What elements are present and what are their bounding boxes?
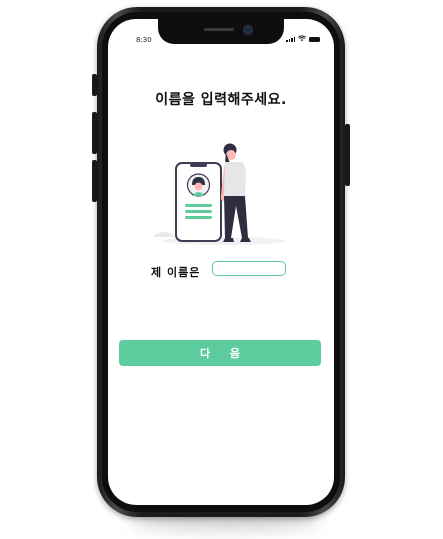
speaker-grille [204,28,234,31]
status-icons [286,35,320,42]
phone-frame: 8:30 이름을 입력해주세요. 제 이름은 다 음 [97,7,345,517]
status-time: 8:30 [136,36,152,44]
name-input[interactable] [212,261,286,276]
name-label: 제 이름은 [151,266,201,279]
notch [158,19,284,44]
page-title: 이름을 입력해주세요. [155,92,287,108]
phone-screen: 8:30 이름을 입력해주세요. 제 이름은 다 음 [108,19,334,505]
battery-icon [309,37,320,42]
person-with-phone-profile-illustration [154,143,286,245]
front-camera [243,25,253,35]
power-button [345,124,350,186]
wifi-icon [298,35,306,42]
next-button[interactable]: 다 음 [119,340,321,366]
signal-icon [286,37,295,42]
